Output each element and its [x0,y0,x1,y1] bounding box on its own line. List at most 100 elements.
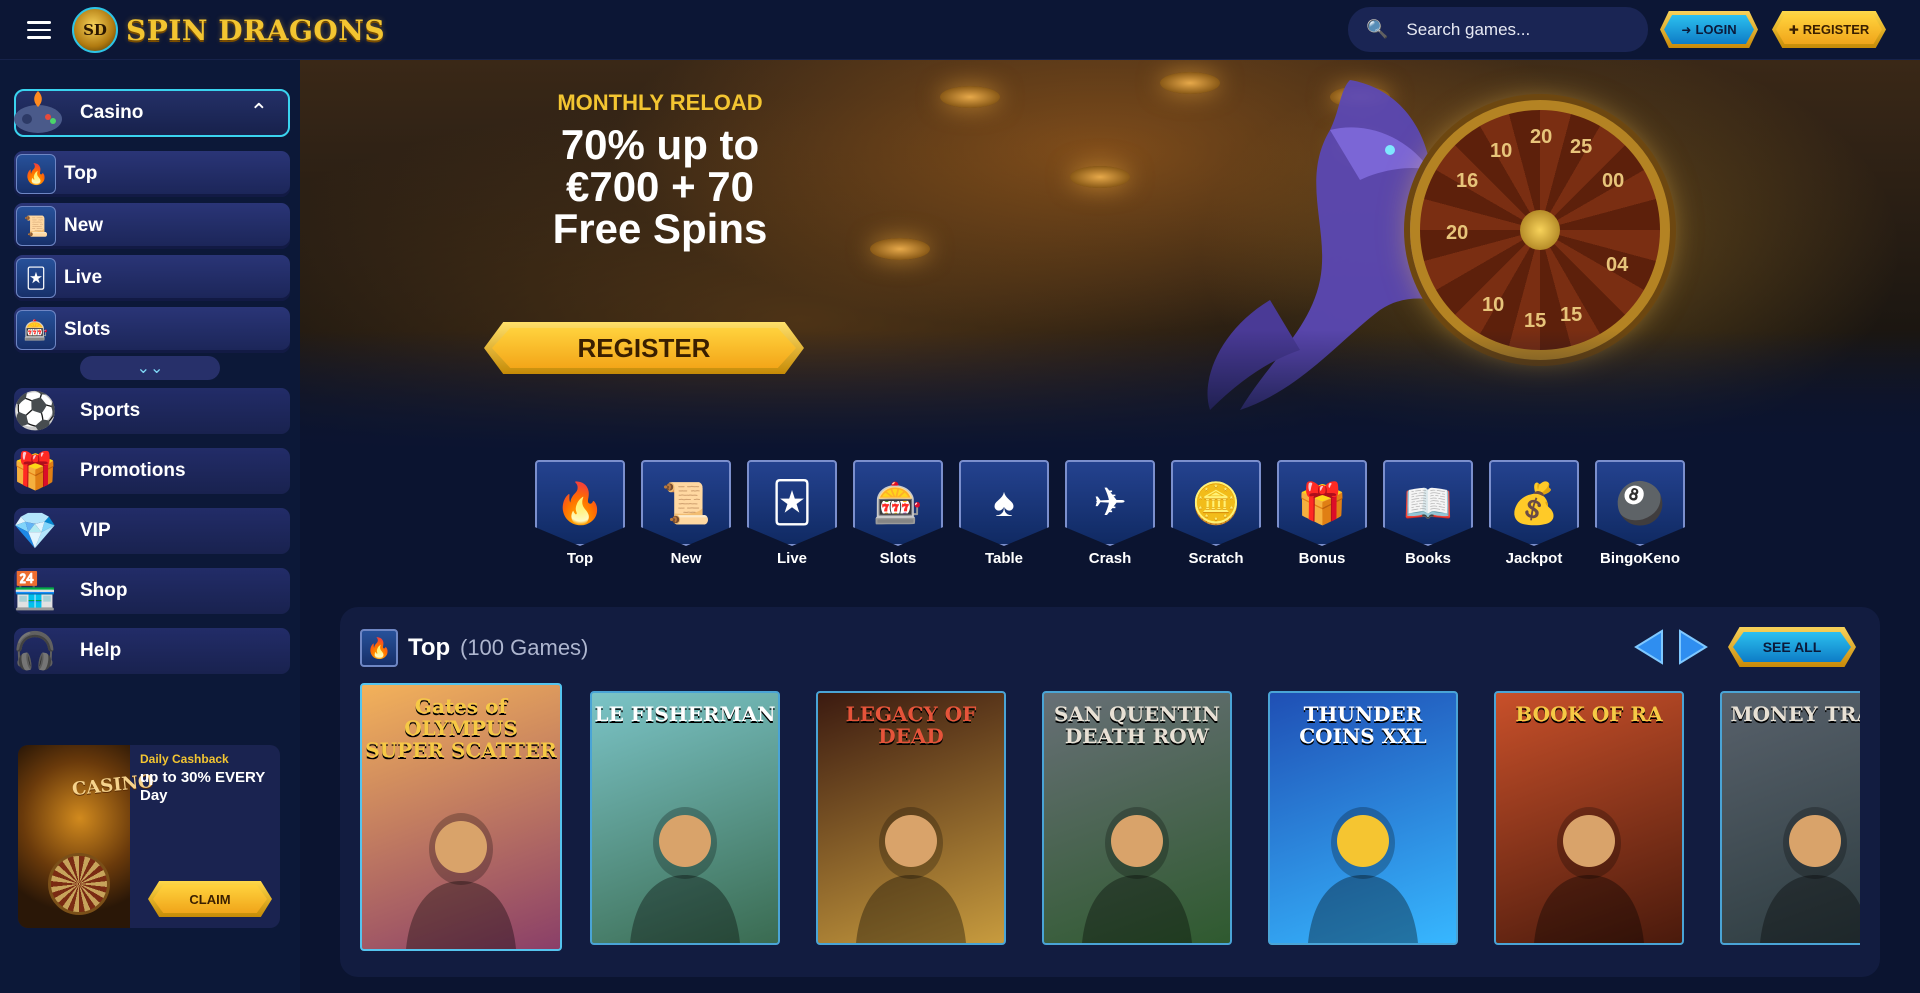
category-label: Live [776,550,807,567]
sidebar-item-promotions[interactable]: 🎁 Promotions [13,448,290,494]
sidebar-item-label: Shop [80,580,128,601]
promo-title: Daily Cashback [140,752,229,766]
lamp-decoration [870,238,930,260]
diamond-icon: 💎 [12,510,58,551]
table-cards-icon: ♠ [959,460,1049,546]
brand-logo[interactable]: SD SPIN DRAGONS [72,6,385,54]
sidebar-item-shop[interactable]: 🏪 Shop [13,568,290,614]
wheel-number: 10 [1482,294,1505,316]
bingo-balls-icon: 🎱 [1595,460,1685,546]
search-icon: 🔍 [1366,19,1389,39]
search-input[interactable] [1406,19,1627,40]
roulette-wheel-icon [48,853,110,915]
sidebar-item-label: Promotions [80,460,186,481]
claim-button[interactable]: CLAIM [148,881,272,917]
scratch-coin-icon: 🪙 [1171,460,1261,546]
category-label: Books [1405,550,1451,567]
game-artwork [1760,807,1860,943]
chevron-up-icon[interactable]: ⌃ [250,99,268,125]
game-artwork [406,813,516,949]
search-box[interactable]: 🔍 [1348,7,1648,52]
game-artwork [1534,807,1644,943]
sidebar-item-vip[interactable]: 💎 VIP [13,508,290,554]
menu-icon[interactable] [27,21,51,39]
sidebar-item-label: Slots [64,319,111,340]
cards-icon: 🃏 [747,460,837,546]
game-title: SAN QUENTIN DEATH ROW [1053,702,1221,748]
category-books[interactable]: 📖 Books [1383,460,1473,570]
sidebar-subitem-live[interactable]: 🃏 Live [14,255,290,301]
sidebar-item-label: Top [64,163,98,184]
sidebar-item-label: New [64,215,104,236]
category-crash[interactable]: ✈ Crash [1065,460,1155,570]
game-title: THUNDER COINS XXL [1299,702,1427,748]
lamp-decoration [940,86,1000,108]
arrow-left-icon [1634,629,1663,665]
sidebar-item-help[interactable]: 🎧 Help [13,628,290,674]
sidebar-subitem-slots[interactable]: 🎰 Slots [14,307,290,353]
scroll-icon: 📜 [16,206,56,246]
game-artwork [856,807,966,943]
prize-wheel: 20 25 00 04 15 15 10 20 16 10 [1410,100,1670,360]
game-tile[interactable]: THUNDER COINS XXL [1268,691,1458,945]
game-title: LE FISHERMAN [594,702,776,726]
sidebar-subitem-top[interactable]: 🔥 Top [14,151,290,197]
category-label: Table [984,550,1024,567]
hero-register-button[interactable]: REGISTER [484,322,804,374]
category-bingokeno[interactable]: 🎱 BingoKeno [1595,460,1685,570]
category-scratch[interactable]: 🪙 Scratch [1171,460,1261,570]
category-live[interactable]: 🃏 Live [747,460,837,570]
carousel-next-button[interactable] [1676,629,1710,665]
see-all-label: SEE ALL [1733,632,1851,662]
category-jackpot[interactable]: 💰 Jackpot [1489,460,1579,570]
category-bonus[interactable]: 🎁 Bonus [1277,460,1367,570]
wheel-number: 20 [1530,126,1553,148]
gamepad-icon [14,91,62,133]
cards-icon: 🃏 [16,258,56,298]
sidebar-subitem-new[interactable]: 📜 New [14,203,290,249]
game-title: LEGACY OF DEAD [845,702,977,748]
category-top[interactable]: 🔥 Top [535,460,625,570]
top-games-section: 🔥 Top (100 Games) SEE ALL Gates of OLYMP… [340,607,1880,977]
hero-banner[interactable]: 20 25 00 04 15 15 10 20 16 10 MONTHLY RE… [300,60,1920,450]
category-table[interactable]: ♠ Table [959,460,1049,570]
game-title: Gates of OLYMPUS SUPER SCATTER [365,694,557,762]
brand-name: SPIN DRAGONS [126,13,386,47]
game-carousel: Gates of OLYMPUS SUPER SCATTER LE FISHERM… [360,683,1860,953]
game-artwork [1082,807,1192,943]
book-icon: 📖 [1383,460,1473,546]
carousel-prev-button[interactable] [1632,629,1666,665]
see-all-button[interactable]: SEE ALL [1728,627,1856,667]
logo-badge: SD [72,7,118,53]
treasure-chest-icon: 🎁 [1277,460,1367,546]
sidebar-item-label: Sports [80,400,141,421]
register-label: REGISTER [1802,22,1870,37]
game-tile[interactable]: LEGACY OF DEAD [816,691,1006,945]
game-tile[interactable]: LE FISHERMAN [590,691,780,945]
sidebar-item-sports[interactable]: ⚽ Sports [13,388,290,434]
category-label: Bonus [1298,550,1346,567]
cashback-promo-card: CASINO Daily Cashback up to 30% EVERY Da… [18,745,280,928]
game-tile[interactable]: Gates of OLYMPUS SUPER SCATTER [360,683,562,951]
soccer-ball-icon: ⚽ [12,390,58,431]
sidebar-item-casino[interactable]: Casino ⌃ [14,89,290,137]
game-tile[interactable]: MONEY TRAIN [1720,691,1860,945]
category-slots[interactable]: 🎰 Slots [853,460,943,570]
flame-icon: 🔥 [360,629,398,667]
money-bag-icon: 💰 [1489,460,1579,546]
slot-machine-icon: 🎰 [16,310,56,350]
gift-icon: 🎁 [12,450,58,491]
register-button[interactable]: ✚ REGISTER [1772,11,1886,48]
sidebar-item-label: Help [80,640,122,661]
claim-label: CLAIM [153,885,267,913]
game-tile[interactable]: SAN QUENTIN DEATH ROW [1042,691,1232,945]
expand-more-button[interactable]: ⌄⌄ [80,356,220,380]
wheel-number: 04 [1606,254,1629,276]
headset-icon: 🎧 [12,630,58,671]
login-button[interactable]: ➜ LOGIN [1660,11,1758,48]
wheel-hub [1520,210,1560,250]
game-tile[interactable]: BOOK OF RA [1494,691,1684,945]
top-bar: SD SPIN DRAGONS 🔍 ➜LOGIN ✚REGISTER [0,0,1920,60]
category-new[interactable]: 📜 New [641,460,731,570]
wheel-number: 15 [1560,304,1583,326]
